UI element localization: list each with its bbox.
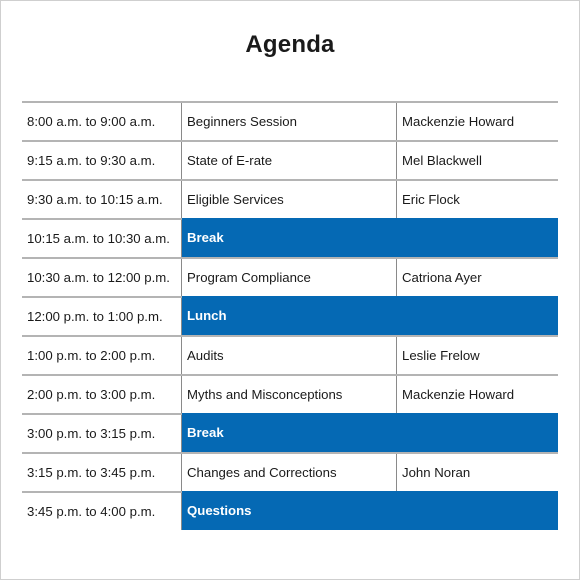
session-cell: Beginners Session — [182, 103, 397, 140]
speaker-cell: John Noran — [402, 465, 471, 480]
agenda-page: Agenda 8:00 a.m. to 9:00 a.m. Beginners S… — [0, 0, 580, 580]
session-cell: Changes and Corrections — [182, 454, 397, 491]
time-cell: 9:30 a.m. to 10:15 a.m. — [22, 181, 182, 218]
session-cell: State of E-rate — [182, 142, 397, 179]
session-cell: Audits — [182, 337, 397, 374]
time-cell: 3:00 p.m. to 3:15 p.m. — [22, 415, 182, 452]
speaker-cell: Mel Blackwell — [402, 153, 482, 168]
time-cell: 10:15 a.m. to 10:30 a.m. — [22, 220, 182, 257]
page-title: Agenda — [245, 31, 335, 58]
highlight-session-cell: Break — [182, 413, 558, 452]
time-cell: 12:00 p.m. to 1:00 p.m. — [22, 298, 182, 335]
time-cell: 9:15 a.m. to 9:30 a.m. — [22, 142, 182, 179]
speaker-cell: Leslie Frelow — [402, 348, 480, 363]
agenda-row: 1:00 p.m. to 2:00 p.m. Audits Leslie Frelo… — [22, 335, 558, 374]
highlight-session-cell: Questions — [182, 491, 558, 530]
time-cell: 3:15 p.m. to 3:45 p.m. — [22, 454, 182, 491]
agenda-row-highlight: 12:00 p.m. to 1:00 p.m. Lunch — [22, 296, 558, 335]
agenda-row: 9:15 a.m. to 9:30 a.m. State of E-rate Mel… — [22, 140, 558, 179]
agenda-row: 2:00 p.m. to 3:00 p.m. Myths and Misconce… — [22, 374, 558, 413]
speaker-cell: Eric Flock — [402, 192, 460, 207]
speaker-cell: Mackenzie Howard — [402, 387, 515, 402]
agenda-row: 3:15 p.m. to 3:45 p.m. Changes and Correc… — [22, 452, 558, 491]
time-cell: 2:00 p.m. to 3:00 p.m. — [22, 376, 182, 413]
agenda-table: 8:00 a.m. to 9:00 a.m. Beginners Session M… — [22, 101, 558, 530]
agenda-row-highlight: 3:45 p.m. to 4:00 p.m. Questions — [22, 491, 558, 530]
time-cell: 3:45 p.m. to 4:00 p.m. — [22, 493, 182, 530]
highlight-session-cell: Lunch — [182, 296, 558, 335]
agenda-row-highlight: 10:15 a.m. to 10:30 a.m. Break — [22, 218, 558, 257]
speaker-cell: Mackenzie Howard — [402, 114, 515, 129]
time-cell: 8:00 a.m. to 9:00 a.m. — [22, 103, 182, 140]
session-cell: Myths and Misconceptions — [182, 376, 397, 413]
agenda-row: 8:00 a.m. to 9:00 a.m. Beginners Session M… — [22, 101, 558, 140]
agenda-row: 10:30 a.m. to 12:00 p.m. Program Complian… — [22, 257, 558, 296]
speaker-cell: Catriona Ayer — [402, 270, 482, 285]
highlight-session-cell: Break — [182, 218, 558, 257]
time-cell: 1:00 p.m. to 2:00 p.m. — [22, 337, 182, 374]
time-cell: 10:30 a.m. to 12:00 p.m. — [22, 259, 182, 296]
session-cell: Eligible Services — [182, 181, 397, 218]
session-cell: Program Compliance — [182, 259, 397, 296]
agenda-row: 9:30 a.m. to 10:15 a.m. Eligible Services… — [22, 179, 558, 218]
agenda-row-highlight: 3:00 p.m. to 3:15 p.m. Break — [22, 413, 558, 452]
